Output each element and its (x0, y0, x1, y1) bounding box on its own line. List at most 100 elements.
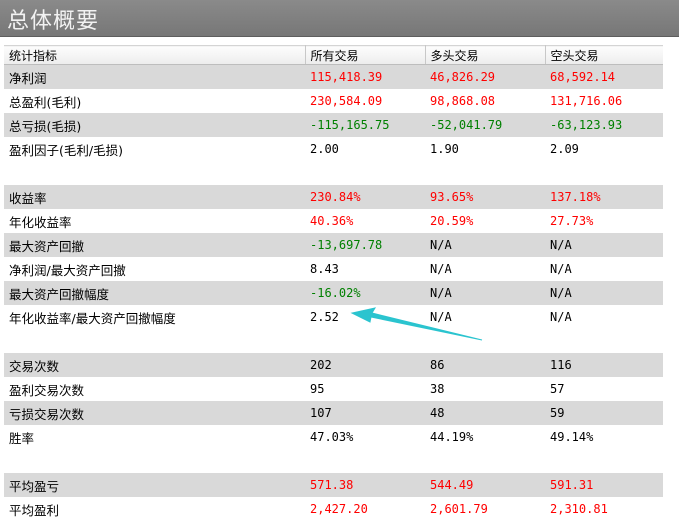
all-trades-value: -115,165.75 (305, 113, 425, 137)
long-trades-value: 44.19% (430, 430, 474, 444)
short-trades-value: 68,592.14 (545, 64, 663, 89)
long-trades-value: 46,826.29 (425, 64, 545, 89)
table-row: 净利润 115,418.39 46,826.29 68,592.14 (4, 64, 663, 89)
long-trades-value: N/A (425, 281, 545, 305)
column-header-short-trades[interactable]: 空头交易 (545, 45, 664, 65)
short-trades-value: 131,716.06 (550, 94, 623, 108)
table-row: 平均盈利 2,427.20 2,601.79 2,310.81 (4, 497, 663, 521)
long-trades-value: N/A (425, 233, 545, 257)
metric-label: 亏损交易次数 (4, 401, 305, 425)
empty-cell (305, 449, 425, 473)
metric-label: 总盈利(毛利) (9, 94, 82, 110)
empty-cell (425, 161, 545, 185)
empty-cell (545, 161, 663, 185)
table-header-row: 统计指标 所有交易 多头交易 空头交易 (4, 45, 664, 65)
long-trades-value: 544.49 (425, 473, 545, 497)
window-title: 总体概要 (7, 9, 100, 34)
short-trades-value: 57 (550, 382, 565, 396)
table-row: 交易次数 202 86 116 (4, 353, 663, 377)
table-row: 总亏损(毛损) -115,165.75 -52,041.79 -63,123.93 (4, 113, 663, 137)
table-row: 亏损交易次数 107 48 59 (4, 401, 663, 425)
summary-panel: 统计指标 所有交易 多头交易 空头交易 净利润 115,418.39 46,826.… (0, 37, 679, 529)
short-trades-value: 591.31 (545, 473, 663, 497)
all-trades-value: 2.52 (310, 310, 339, 324)
metric-label: 年化收益率/最大资产回撤幅度 (9, 310, 176, 326)
table-row: 收益率 230.84% 93.65% 137.18% (4, 185, 663, 209)
all-trades-value: 230,584.09 (310, 94, 383, 108)
empty-cell (305, 161, 425, 185)
empty-cell (4, 449, 305, 473)
all-trades-value: 230.84% (305, 185, 425, 209)
all-trades-value: 115,418.39 (305, 64, 425, 89)
table-row: 盈利因子(毛利/毛损) 2.00 1.90 2.09 (4, 137, 663, 161)
table-row: 平均盈亏 571.38 544.49 591.31 (4, 473, 663, 497)
empty-cell (425, 449, 545, 473)
short-trades-value: 49.14% (550, 430, 594, 444)
table-row: 年化收益率/最大资产回撤幅度 2.52 N/A N/A (4, 305, 663, 329)
spacer-row (4, 161, 663, 185)
long-trades-value: N/A (430, 310, 452, 324)
empty-cell (305, 329, 425, 353)
vertical-scrollbar[interactable] (663, 44, 679, 529)
all-trades-value: 47.03% (310, 430, 354, 444)
metric-label: 交易次数 (4, 353, 305, 377)
window-title-bar: 总体概要 (0, 0, 679, 37)
metric-label: 平均盈利 (9, 502, 60, 518)
short-trades-value: 137.18% (545, 185, 663, 209)
all-trades-value: 8.43 (310, 262, 339, 276)
long-trades-value: 38 (430, 382, 445, 396)
metric-label: 最大资产回撤 (4, 233, 305, 257)
all-trades-value: 2.00 (310, 142, 339, 156)
long-trades-value: 2,601.79 (430, 502, 488, 516)
long-trades-value: 93.65% (425, 185, 545, 209)
column-header-long-trades[interactable]: 多头交易 (425, 45, 546, 65)
empty-cell (4, 161, 305, 185)
long-trades-value: 20.59% (430, 214, 474, 228)
empty-cell (545, 449, 663, 473)
table-row: 最大资产回撤幅度 -16.02% N/A N/A (4, 281, 663, 305)
long-trades-value: -52,041.79 (425, 113, 545, 137)
short-trades-value: 27.73% (550, 214, 594, 228)
metric-label: 最大资产回撤幅度 (4, 281, 305, 305)
short-trades-value: N/A (545, 233, 663, 257)
short-trades-value: N/A (550, 310, 572, 324)
metric-label: 净利润/最大资产回撤 (9, 262, 126, 278)
short-trades-value: 2.09 (550, 142, 579, 156)
metric-label: 收益率 (4, 185, 305, 209)
table-row: 净利润/最大资产回撤 8.43 N/A N/A (4, 257, 663, 281)
table-row: 胜率 47.03% 44.19% 49.14% (4, 425, 663, 449)
all-trades-value: 202 (305, 353, 425, 377)
short-trades-value: 2,310.81 (550, 502, 608, 516)
metric-label: 平均盈亏 (4, 473, 305, 497)
metric-label: 胜率 (9, 430, 35, 446)
long-trades-value: 98,868.08 (430, 94, 496, 108)
long-trades-value: 86 (425, 353, 545, 377)
empty-cell (425, 329, 545, 353)
long-trades-value: 1.90 (430, 142, 459, 156)
table-row: 总盈利(毛利) 230,584.09 98,868.08 131,716.06 (4, 89, 663, 113)
spacer-row (4, 449, 663, 473)
all-trades-value: 40.36% (310, 214, 354, 228)
column-header-all-trades[interactable]: 所有交易 (305, 45, 426, 65)
all-trades-value: 571.38 (305, 473, 425, 497)
table-row: 盈利交易次数 95 38 57 (4, 377, 663, 401)
metric-label: 总亏损(毛损) (4, 113, 305, 137)
all-trades-value: 107 (305, 401, 425, 425)
short-trades-value: -63,123.93 (545, 113, 663, 137)
short-trades-value: N/A (545, 281, 663, 305)
all-trades-value: -13,697.78 (305, 233, 425, 257)
spacer-row (4, 329, 663, 353)
table-row: 年化收益率 40.36% 20.59% 27.73% (4, 209, 663, 233)
table-row: 最大资产回撤 -13,697.78 N/A N/A (4, 233, 663, 257)
stats-table-body: 净利润 115,418.39 46,826.29 68,592.14 总盈利(毛利) 23… (4, 64, 663, 522)
all-trades-value: 95 (310, 382, 325, 396)
empty-cell (4, 329, 305, 353)
short-trades-value: 59 (545, 401, 663, 425)
short-trades-value: 116 (545, 353, 663, 377)
all-trades-value: -16.02% (305, 281, 425, 305)
short-trades-value: N/A (550, 262, 572, 276)
column-header-metric[interactable]: 统计指标 (4, 45, 306, 65)
all-trades-value: 2,427.20 (310, 502, 368, 516)
long-trades-value: 48 (425, 401, 545, 425)
metric-label: 年化收益率 (9, 214, 72, 230)
